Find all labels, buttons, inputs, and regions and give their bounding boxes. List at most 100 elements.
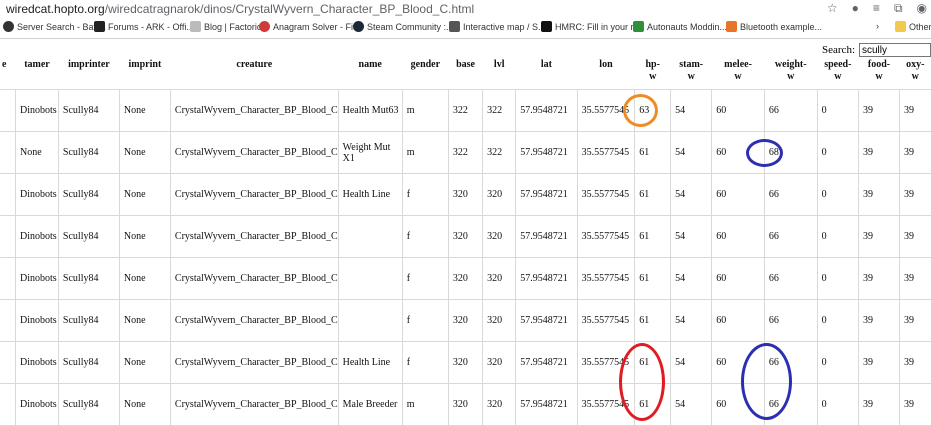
table-row: Dinobots Scully84 None CrystalWyvern_Charac… bbox=[0, 173, 931, 216]
table-row: Dinobots Scully84 None CrystalWyvern_Charac… bbox=[0, 299, 931, 342]
bookmark-forums-ark[interactable]: Forums - ARK - Offi... bbox=[94, 21, 194, 32]
url-text[interactable]: wiredcat.hopto.org/wiredcatragnarok/dino… bbox=[6, 2, 474, 16]
column-header[interactable]: tamer bbox=[15, 57, 59, 90]
bookmark-steam-community[interactable]: Steam Community :... bbox=[353, 21, 454, 32]
cell-name bbox=[337, 299, 403, 342]
row-edge-cell bbox=[0, 173, 16, 216]
cell-food: 39 bbox=[857, 299, 900, 342]
table-search: Search: bbox=[822, 43, 931, 57]
cell-weight: 66 bbox=[763, 173, 818, 216]
column-header[interactable]: lat bbox=[515, 57, 578, 90]
bookmarks-overflow-icon[interactable]: › bbox=[876, 21, 879, 31]
column-header[interactable]: creature bbox=[170, 57, 339, 90]
cell-oxy: 39 bbox=[898, 173, 931, 216]
cell-hp: 61 bbox=[634, 383, 671, 426]
column-header[interactable]: stam- w bbox=[670, 57, 712, 90]
bookmarks-bar: Server Search - Batt... Forums - ARK - O… bbox=[0, 18, 931, 38]
cell-name bbox=[337, 215, 403, 258]
search-label: Search: bbox=[822, 44, 855, 56]
cell-weight: 66 bbox=[763, 215, 818, 258]
record-icon[interactable]: ● bbox=[852, 1, 859, 16]
cell-imprinter: Scully84 bbox=[57, 89, 120, 132]
cell-creature: CrystalWyvern_Character_BP_Blood_C bbox=[169, 89, 339, 132]
column-header[interactable]: gender bbox=[402, 57, 449, 90]
cell-weight: 66 bbox=[763, 341, 818, 384]
cell-hp: 61 bbox=[634, 257, 671, 300]
bookmark-favicon-icon bbox=[633, 21, 644, 32]
profile-icon[interactable]: ◉ bbox=[917, 1, 927, 16]
cell-hp: 61 bbox=[634, 131, 671, 174]
table-row: Dinobots Scully84 None CrystalWyvern_Charac… bbox=[0, 215, 931, 258]
bookmark-favicon-icon bbox=[3, 21, 14, 32]
cell-tamer: Dinobots bbox=[15, 215, 59, 258]
cell-oxy: 39 bbox=[898, 383, 931, 426]
star-icon[interactable]: ☆ bbox=[827, 1, 838, 16]
bookmark-factorio[interactable]: Blog | Factorio bbox=[190, 21, 262, 32]
column-header[interactable]: melee- w bbox=[711, 57, 765, 90]
column-header[interactable]: base bbox=[448, 57, 483, 90]
cell-lvl: 320 bbox=[482, 215, 516, 258]
cell-name bbox=[337, 257, 403, 300]
row-edge-cell bbox=[0, 341, 16, 384]
cell-stam: 54 bbox=[670, 341, 712, 384]
cell-imprinter: Scully84 bbox=[57, 215, 120, 258]
bookmark-hmrc[interactable]: HMRC: Fill in your r... bbox=[541, 21, 641, 32]
column-header[interactable]: weight- w bbox=[764, 57, 818, 90]
column-header[interactable]: imprinter bbox=[58, 57, 120, 90]
column-header[interactable]: lon bbox=[577, 57, 635, 90]
column-header[interactable]: lvl bbox=[482, 57, 516, 90]
bookmark-autonauts[interactable]: Autonauts Moddin... bbox=[633, 21, 727, 32]
address-bar[interactable]: wiredcat.hopto.org/wiredcatragnarok/dino… bbox=[0, 0, 931, 18]
cell-weight: 66 bbox=[763, 299, 818, 342]
row-edge-cell bbox=[0, 257, 16, 300]
search-input[interactable] bbox=[859, 43, 931, 57]
cell-food: 39 bbox=[857, 89, 900, 132]
cell-tamer: Dinobots bbox=[15, 89, 59, 132]
column-header[interactable]: imprint bbox=[119, 57, 171, 90]
cell-melee: 60 bbox=[711, 89, 765, 132]
cell-stam: 54 bbox=[670, 89, 712, 132]
bookmark-favicon-icon bbox=[94, 21, 105, 32]
cell-base: 320 bbox=[447, 257, 483, 300]
bookmark-server-search[interactable]: Server Search - Batt... bbox=[3, 21, 106, 32]
menu-lines-icon[interactable]: ≡ bbox=[873, 1, 880, 16]
bookmark-label: Blog | Factorio bbox=[204, 21, 262, 32]
cell-stam: 54 bbox=[670, 383, 712, 426]
bookmark-favicon-icon bbox=[190, 21, 201, 32]
bookmark-anagram-solver[interactable]: Anagram Solver - Fi... bbox=[259, 21, 361, 32]
cell-lon: 35.5577545 bbox=[576, 173, 635, 216]
bookmark-interactive-map[interactable]: Interactive map / S... bbox=[449, 21, 546, 32]
cell-lon: 35.5577545 bbox=[576, 131, 635, 174]
column-header[interactable]: name bbox=[338, 57, 403, 90]
column-header[interactable]: speed- w bbox=[817, 57, 859, 90]
cell-imprint: None bbox=[118, 299, 171, 342]
cell-creature: CrystalWyvern_Character_BP_Blood_C bbox=[169, 215, 339, 258]
table-row: None Scully84 None CrystalWyvern_Character_… bbox=[0, 131, 931, 174]
toolbar-divider bbox=[0, 38, 931, 39]
bookmark-bluetooth-example[interactable]: Bluetooth example... bbox=[726, 21, 822, 32]
cell-base: 320 bbox=[447, 383, 483, 426]
bookmark-label: Bluetooth example... bbox=[740, 21, 823, 32]
bookmark-favicon-icon bbox=[259, 21, 270, 32]
cell-melee: 60 bbox=[711, 173, 765, 216]
cell-tamer: Dinobots bbox=[15, 173, 59, 216]
cell-imprint: None bbox=[118, 131, 171, 174]
cell-speed: 0 bbox=[816, 215, 859, 258]
cell-tamer: Dinobots bbox=[15, 299, 59, 342]
column-header[interactable]: food- w bbox=[858, 57, 900, 90]
cell-base: 320 bbox=[447, 173, 483, 216]
cell-food: 39 bbox=[857, 215, 900, 258]
cell-stam: 54 bbox=[670, 215, 712, 258]
column-header[interactable]: e bbox=[0, 57, 16, 90]
other-bookmarks[interactable]: Other bbox=[895, 21, 931, 32]
url-host: wiredcat.hopto.org bbox=[6, 2, 105, 16]
extensions-icon[interactable]: ⧉ bbox=[894, 1, 903, 16]
cell-creature: CrystalWyvern_Character_BP_Blood_C bbox=[169, 383, 339, 426]
cell-speed: 0 bbox=[816, 173, 859, 216]
column-header[interactable]: hp- w bbox=[634, 57, 671, 90]
cell-oxy: 39 bbox=[898, 89, 931, 132]
cell-imprint: None bbox=[118, 173, 171, 216]
column-header[interactable]: oxy- w bbox=[899, 57, 931, 90]
cell-lat: 57.9548721 bbox=[515, 257, 578, 300]
cell-creature: CrystalWyvern_Character_BP_Blood_C bbox=[169, 299, 339, 342]
